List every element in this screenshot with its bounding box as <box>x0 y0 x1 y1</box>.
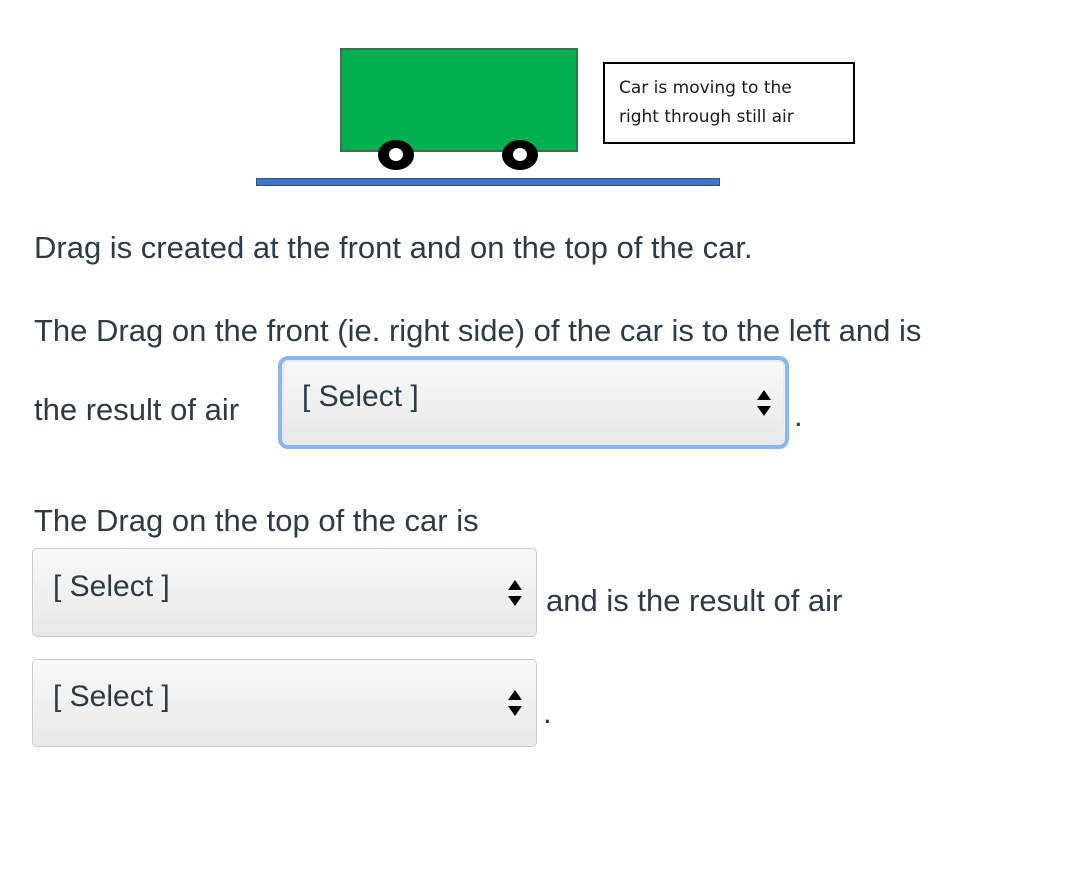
sentence-front-drag: The Drag on the front (ie. right side) o… <box>34 313 922 348</box>
car-body <box>340 48 578 152</box>
motion-note-line-1: Car is moving to the <box>619 78 792 98</box>
top-drag-cause-select[interactable]: [ Select ] <box>32 659 537 747</box>
front-drag-select[interactable]: [ Select ] <box>278 356 789 449</box>
top-drag-cause-select-value: [ Select ] <box>53 680 170 713</box>
select-arrows-icon <box>757 389 771 416</box>
motion-note: Car is moving to the right through still… <box>603 62 855 144</box>
top-drag-direction-select-value: [ Select ] <box>53 569 170 603</box>
sentence-drag-created: Drag is created at the front and on the … <box>34 230 753 265</box>
front-drag-select-value: [ Select ] <box>302 379 419 413</box>
sentence-period: . <box>543 695 552 730</box>
top-drag-direction-select[interactable]: [ Select ] <box>32 548 537 637</box>
front-wheel <box>502 140 538 170</box>
sentence-front-drag-cont: the result of air <box>34 392 240 427</box>
rear-wheel <box>378 140 414 170</box>
motion-note-line-2: right through still air <box>619 107 794 127</box>
car-diagram: Car is moving to the right through still… <box>0 0 1082 200</box>
ground-line <box>256 178 720 186</box>
sentence-period: . <box>794 398 803 433</box>
select-arrows-icon <box>508 690 522 716</box>
sentence-top-drag-cont: and is the result of air <box>546 583 843 618</box>
select-arrows-icon <box>508 579 522 606</box>
sentence-top-drag: The Drag on the top of the car is <box>34 503 479 538</box>
